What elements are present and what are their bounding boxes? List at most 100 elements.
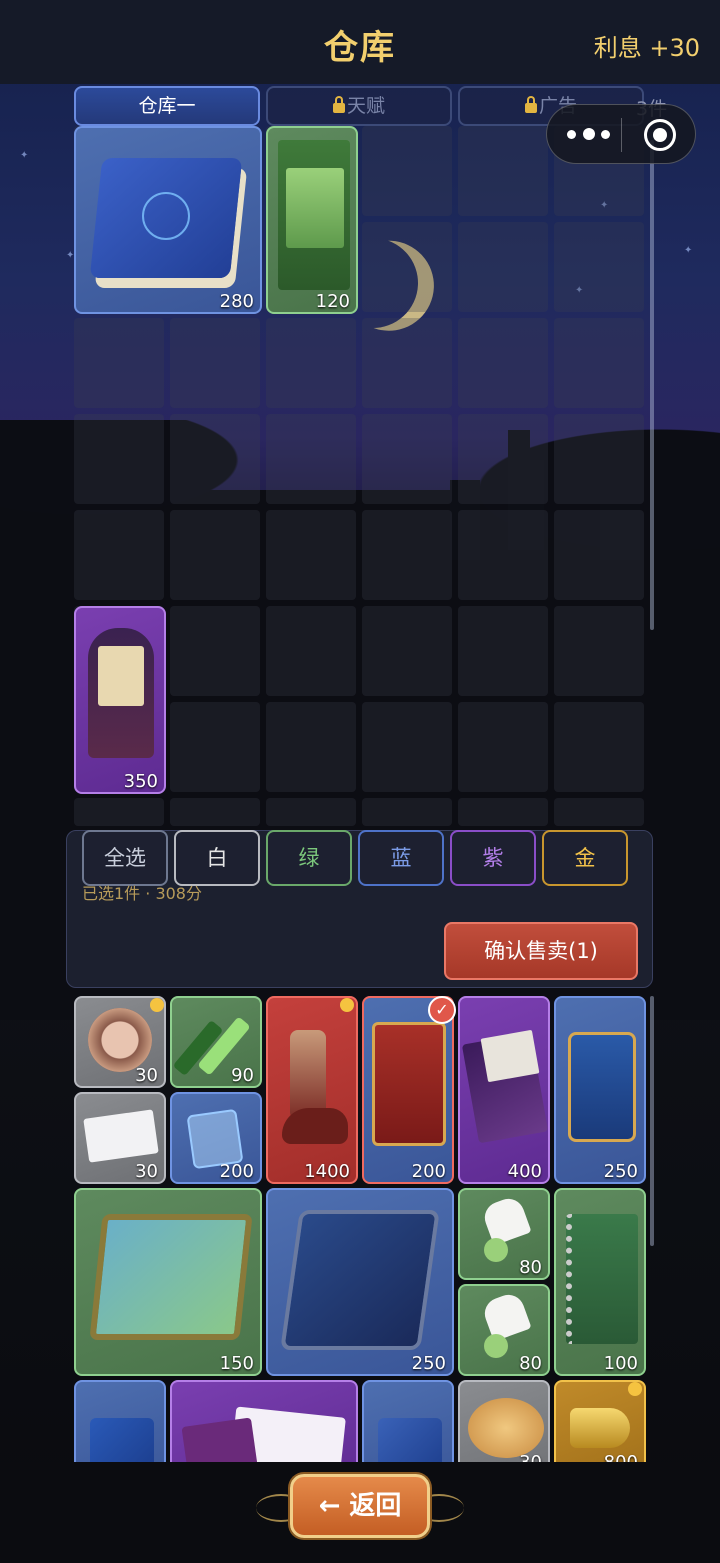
tab-talent[interactable]: 天赋	[266, 86, 452, 126]
map-icon	[89, 1214, 253, 1340]
warehouse-slot[interactable]	[74, 510, 164, 600]
warehouse-item-scroll-stand[interactable]: 350	[74, 606, 166, 794]
warehouse-slot[interactable]	[458, 606, 548, 696]
boot-icon	[290, 1030, 326, 1120]
filter-green-button[interactable]: 绿	[266, 830, 352, 886]
warehouse-slot[interactable]	[170, 414, 260, 504]
select-all-button[interactable]: 全选	[82, 830, 168, 886]
inventory-item-shuttlecock[interactable]: 80	[458, 1188, 550, 1280]
warehouse-slot[interactable]	[266, 414, 356, 504]
warehouse-slot[interactable]	[362, 222, 452, 312]
header-bar: 仓库 利息 +30	[0, 0, 720, 84]
warehouse-slot[interactable]	[362, 414, 452, 504]
notebook-icon	[566, 1214, 638, 1344]
whistle-icon	[570, 1408, 630, 1448]
warehouse-slot[interactable]	[170, 702, 260, 792]
warehouse-slot[interactable]	[362, 606, 452, 696]
warehouse-slot[interactable]	[458, 510, 548, 600]
item-value: 30	[135, 1161, 158, 1182]
more-menu-icon[interactable]	[567, 122, 623, 146]
star-icon: ✦	[684, 245, 693, 256]
warehouse-slot[interactable]	[362, 126, 452, 216]
inventory-item-purple-letter[interactable]: 400	[458, 996, 550, 1184]
filter-gold-button[interactable]: 金	[542, 830, 628, 886]
item-value: 150	[219, 1353, 254, 1374]
item-value: 30	[135, 1065, 158, 1086]
warehouse-slot[interactable]	[266, 798, 356, 826]
envelope-icon	[83, 1109, 159, 1163]
inventory-item-red-boot[interactable]: 1400	[266, 996, 358, 1184]
inventory-item-world-map[interactable]: 150	[74, 1188, 262, 1376]
warehouse-slot[interactable]	[554, 702, 644, 792]
warehouse-slot[interactable]	[266, 702, 356, 792]
card-icon	[372, 1022, 446, 1146]
warehouse-slot[interactable]	[170, 318, 260, 408]
confirm-sell-button[interactable]: 确认售卖(1)	[444, 922, 638, 980]
item-value: 100	[603, 1353, 638, 1374]
inventory-item-green-notebook[interactable]: 100	[554, 1188, 646, 1376]
inventory-item-badge[interactable]: 200	[170, 1092, 262, 1184]
back-button[interactable]: ← 返回	[290, 1474, 430, 1538]
warehouse-slot[interactable]	[458, 222, 548, 312]
inventory-item-markers[interactable]: 90	[170, 996, 262, 1088]
warehouse-item-blue-book[interactable]: 280	[74, 126, 262, 314]
warehouse-slot[interactable]	[266, 510, 356, 600]
interest-label: 利息 +30	[593, 34, 700, 62]
item-value: 200	[411, 1161, 446, 1182]
selected-check-icon: ✓	[428, 996, 456, 1024]
warehouse-slot[interactable]	[458, 702, 548, 792]
warehouse-slot[interactable]	[170, 510, 260, 600]
warehouse-slot[interactable]	[170, 606, 260, 696]
warehouse-slot[interactable]	[266, 606, 356, 696]
tab-warehouse-one[interactable]: 仓库一	[74, 86, 260, 126]
inventory-item-envelope[interactable]: 30	[74, 1092, 166, 1184]
lock-icon	[524, 96, 537, 113]
item-value: 200	[219, 1161, 254, 1182]
warehouse-scrollbar[interactable]	[650, 140, 654, 630]
item-value: 1400	[304, 1161, 350, 1182]
warehouse-slot[interactable]	[362, 702, 452, 792]
item-value: 120	[315, 291, 350, 312]
inventory-item-blue-tome[interactable]: 250	[266, 1188, 454, 1376]
warehouse-slot[interactable]	[458, 126, 548, 216]
item-value: 280	[219, 291, 254, 312]
warehouse-slot[interactable]	[458, 318, 548, 408]
new-badge	[150, 998, 164, 1012]
warehouse-slot[interactable]	[554, 318, 644, 408]
warehouse-slot[interactable]	[362, 798, 452, 826]
book-icon	[280, 1210, 440, 1350]
warehouse-slot[interactable]	[458, 414, 548, 504]
warehouse-item-green-book[interactable]: 120	[266, 126, 358, 314]
inventory-item-shuttlecock[interactable]: 80	[458, 1284, 550, 1376]
item-value: 80	[519, 1353, 542, 1374]
warehouse-slot[interactable]	[554, 222, 644, 312]
warehouse-slot[interactable]	[74, 318, 164, 408]
warehouse-slot[interactable]	[554, 606, 644, 696]
warehouse-slot[interactable]	[74, 414, 164, 504]
selection-summary: 已选1件 · 308分	[82, 884, 202, 903]
item-value: 350	[123, 771, 158, 792]
warehouse-slot[interactable]	[362, 318, 452, 408]
item-value: 250	[411, 1353, 446, 1374]
shuttlecock-icon	[480, 1290, 532, 1342]
warehouse-slot[interactable]	[554, 510, 644, 600]
inventory-item-blue-card[interactable]: 250	[554, 996, 646, 1184]
warehouse-slot[interactable]	[362, 510, 452, 600]
warehouse-slot[interactable]	[554, 414, 644, 504]
miniprogram-capsule	[546, 104, 696, 164]
filter-purple-button[interactable]: 紫	[450, 830, 536, 886]
bread-icon	[468, 1398, 544, 1458]
warehouse-slot[interactable]	[458, 798, 548, 826]
lock-icon	[332, 96, 345, 113]
filter-blue-button[interactable]: 蓝	[358, 830, 444, 886]
warehouse-slot[interactable]	[170, 798, 260, 826]
warehouse-slot[interactable]	[74, 798, 164, 826]
warehouse-slot[interactable]	[554, 798, 644, 826]
inventory-scrollbar[interactable]	[650, 996, 654, 1246]
back-button-frame: ← 返回	[256, 1470, 464, 1546]
close-miniprogram-icon[interactable]	[644, 119, 676, 151]
filter-white-button[interactable]: 白	[174, 830, 260, 886]
inventory-item-red-card[interactable]: 200	[362, 996, 454, 1184]
item-value: 400	[507, 1161, 542, 1182]
warehouse-slot[interactable]	[266, 318, 356, 408]
